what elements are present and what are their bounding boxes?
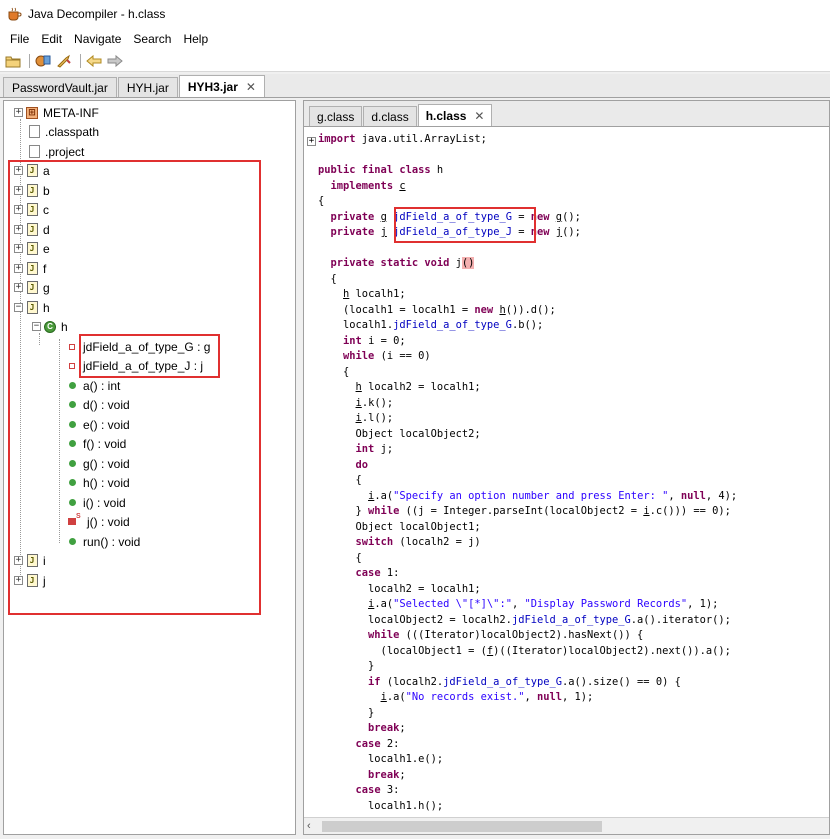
code-line: localh1.h(); — [318, 800, 444, 812]
menu-bar: File Edit Navigate Search Help — [0, 28, 830, 50]
jar-tab-bar: PasswordVault.jar HYH.jar HYH3.jar ✕ — [0, 74, 830, 98]
toolbar-separator — [80, 53, 81, 68]
window-title: Java Decompiler - h.class — [28, 7, 166, 21]
close-icon[interactable]: ✕ — [246, 80, 256, 94]
code-line: } while ((j = Integer.parseInt(localObje… — [318, 505, 731, 517]
scrollbar-thumb[interactable] — [322, 821, 602, 832]
code-line: switch (localh2 = j) — [355, 536, 481, 548]
menu-file[interactable]: File — [8, 32, 31, 46]
toolbar-separator — [29, 53, 30, 68]
code-line: h localh2 = localh1; — [355, 381, 481, 393]
code-line: { — [318, 195, 325, 207]
tab-h-class[interactable]: h.class ✕ — [417, 104, 493, 126]
tab-label: PasswordVault.jar — [12, 80, 108, 95]
file-icon — [28, 145, 40, 158]
code-line: public final class h — [318, 164, 444, 176]
code-line: } — [318, 707, 375, 719]
highlight-box-packages — [8, 160, 261, 615]
tab-d-class[interactable]: d.class — [363, 106, 417, 126]
title-bar: Java Decompiler - h.class — [0, 0, 830, 28]
horizontal-scrollbar[interactable]: ‹ — [304, 817, 829, 834]
code-line: localh2 = localh1; — [318, 583, 481, 595]
code-line: } — [318, 660, 375, 672]
fold-expand-icon[interactable]: + — [307, 137, 316, 146]
code-line: int j; — [355, 443, 394, 455]
search-icon[interactable] — [55, 53, 73, 69]
file-icon — [28, 125, 40, 138]
tab-hyh-jar[interactable]: HYH.jar — [117, 77, 178, 97]
code-line: case 1: — [355, 567, 400, 579]
tab-passwordvault-jar[interactable]: PasswordVault.jar — [3, 77, 117, 97]
code-line: i.a("Specify an option number and press … — [368, 490, 738, 502]
code-line: { — [318, 366, 350, 378]
source-code[interactable]: + import java.util.ArrayList; public fin… — [304, 129, 829, 817]
tree-node-classpath[interactable]: .classpath — [28, 122, 99, 141]
close-icon[interactable]: ✕ — [474, 109, 484, 123]
tree-node-project[interactable]: .project — [28, 142, 84, 161]
menu-help[interactable]: Help — [181, 32, 210, 46]
forward-icon[interactable] — [106, 53, 124, 69]
package-folder-icon: ⊞ — [26, 106, 38, 119]
open-type-icon[interactable] — [34, 53, 52, 69]
code-line: localh1.jdField_a_of_type_G.b(); — [318, 319, 544, 331]
code-line: i.l(); — [355, 412, 394, 424]
coffee-cup-icon — [8, 7, 22, 21]
code-line: private static void j() — [330, 257, 475, 269]
code-line: case 2: — [355, 738, 400, 750]
code-line: int i = 0; — [343, 335, 406, 347]
menu-search[interactable]: Search — [131, 32, 173, 46]
code-editor[interactable]: g.class d.class h.class ✕ + import java.u… — [303, 100, 830, 835]
code-line: while (i == 0) — [343, 350, 431, 362]
code-line: { — [318, 552, 362, 564]
code-line: i.a("Selected \"[*]\":", "Display Passwo… — [368, 598, 719, 610]
expand-icon[interactable]: + — [14, 108, 23, 117]
code-line: i.k(); — [355, 397, 394, 409]
tab-hyh3-jar[interactable]: HYH3.jar ✕ — [178, 75, 265, 97]
menu-edit[interactable]: Edit — [39, 32, 64, 46]
tab-label: g.class — [317, 109, 355, 124]
code-line: localh1.e(); — [318, 753, 444, 765]
code-line: Object localObject2; — [318, 428, 481, 440]
back-icon[interactable] — [85, 53, 103, 69]
tree-node-label: .project — [45, 144, 85, 159]
code-line: h localh1; — [343, 288, 406, 300]
open-file-icon[interactable] — [4, 53, 22, 69]
code-line: case 3: — [355, 784, 400, 796]
tree-node-label: .classpath — [45, 124, 100, 139]
tab-label: h.class — [425, 108, 467, 123]
code-line: { — [318, 474, 362, 486]
tree-node-label: META-INF — [43, 105, 99, 120]
menu-navigate[interactable]: Navigate — [72, 32, 123, 46]
code-line: i.a("No records exist.", null, 1); — [380, 691, 594, 703]
code-line: implements c — [330, 180, 406, 192]
code-line: break; — [368, 722, 406, 734]
code-line: Object localObject1; — [318, 521, 481, 533]
tab-label: d.class — [371, 109, 409, 124]
tab-g-class[interactable]: g.class — [309, 106, 363, 126]
highlight-box-fields-code — [394, 207, 536, 243]
tab-label: HYH3.jar — [187, 79, 238, 94]
code-line: import java.util.ArrayList; — [318, 133, 487, 145]
code-line: localObject2 = localh2.jdField_a_of_type… — [318, 614, 731, 626]
class-tab-bar: g.class d.class h.class ✕ — [304, 101, 829, 127]
tree-node-meta-inf[interactable]: + ⊞ META-INF — [14, 103, 99, 122]
highlight-box-fields — [79, 334, 220, 378]
toolbar — [0, 50, 830, 72]
code-line: (localh1 = localh1 = new h()).d(); — [318, 304, 556, 316]
code-line: do — [355, 459, 369, 471]
code-line: (localObject1 = (f)((Iterator)localObjec… — [318, 645, 731, 657]
scroll-left-icon[interactable]: ‹ — [307, 820, 311, 832]
code-line: break; — [368, 769, 406, 781]
package-tree[interactable]: + ⊞ META-INF .classpath .project + J a +… — [3, 100, 296, 835]
code-line: { — [318, 273, 337, 285]
code-line: if (localh2.jdField_a_of_type_G.a().size… — [368, 676, 681, 688]
code-line: while (((Iterator)localObject2).hasNext(… — [368, 629, 644, 641]
tab-label: HYH.jar — [126, 80, 169, 95]
